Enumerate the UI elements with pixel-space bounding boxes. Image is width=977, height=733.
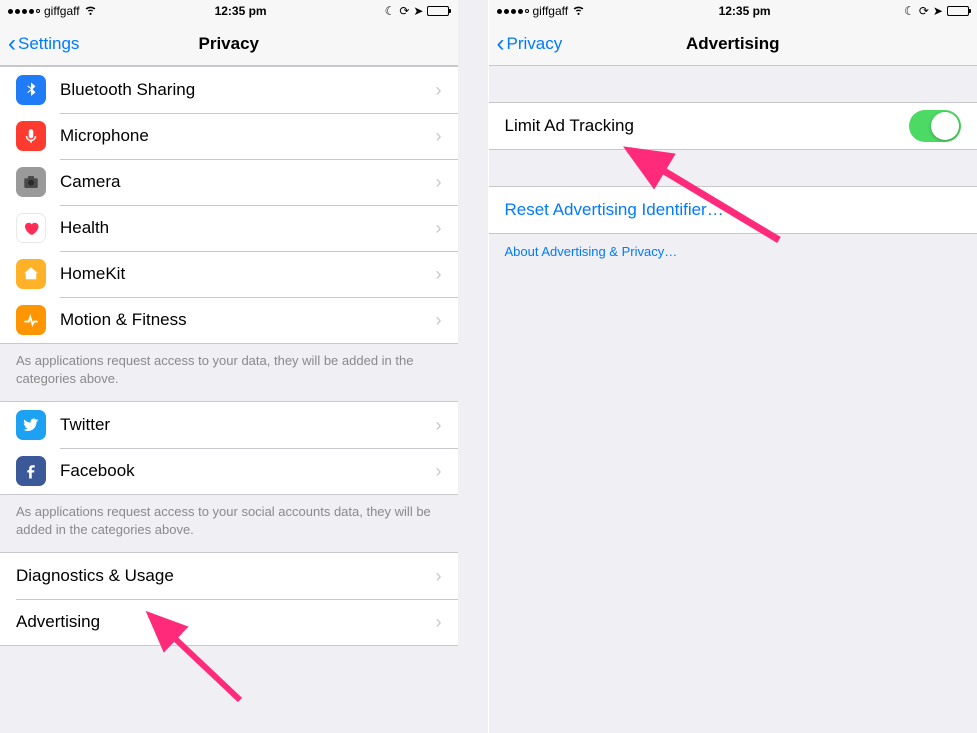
location-icon: ➤ bbox=[933, 4, 943, 18]
back-button[interactable]: ‹ Settings bbox=[8, 32, 79, 56]
chevron-left-icon: ‹ bbox=[8, 32, 16, 56]
back-button[interactable]: ‹ Privacy bbox=[497, 32, 563, 56]
row-label: Motion & Fitness bbox=[60, 310, 436, 330]
battery-icon bbox=[427, 6, 449, 16]
row-label: Diagnostics & Usage bbox=[16, 566, 436, 586]
row-label: Facebook bbox=[60, 461, 436, 481]
signal-strength-icon bbox=[497, 9, 529, 14]
row-label: HomeKit bbox=[60, 264, 436, 284]
group-footer: As applications request access to your s… bbox=[0, 495, 458, 552]
about-advertising-privacy-link[interactable]: About Advertising & Privacy… bbox=[489, 234, 977, 268]
status-bar: giffgaff 12:35 pm ☾ ⟳ ➤ bbox=[489, 0, 977, 22]
signal-strength-icon bbox=[8, 9, 40, 14]
moon-icon: ☾ bbox=[904, 4, 915, 18]
facebook-icon bbox=[16, 456, 46, 486]
row-homekit[interactable]: HomeKit› bbox=[0, 251, 458, 297]
chevron-right-icon: › bbox=[436, 612, 442, 633]
row-motion[interactable]: Motion & Fitness› bbox=[0, 297, 458, 343]
chevron-right-icon: › bbox=[436, 172, 442, 193]
back-label: Settings bbox=[18, 34, 79, 54]
chevron-right-icon: › bbox=[436, 310, 442, 331]
location-icon: ➤ bbox=[413, 4, 423, 18]
chevron-right-icon: › bbox=[436, 415, 442, 436]
row-camera[interactable]: Camera› bbox=[0, 159, 458, 205]
homekit-icon bbox=[16, 259, 46, 289]
group-footer: As applications request access to your d… bbox=[0, 344, 458, 401]
row-label: About Advertising & Privacy… bbox=[505, 244, 962, 259]
limit-ad-tracking-row[interactable]: Limit Ad Tracking bbox=[489, 103, 977, 149]
privacy-screen: giffgaff 12:35 pm ☾ ⟳ ➤ ‹ Settings Priva… bbox=[0, 0, 489, 733]
motion-icon bbox=[16, 305, 46, 335]
moon-icon: ☾ bbox=[385, 4, 396, 18]
chevron-left-icon: ‹ bbox=[497, 32, 505, 56]
row-label: Reset Advertising Identifier… bbox=[505, 200, 962, 220]
advertising-screen: giffgaff 12:35 pm ☾ ⟳ ➤ ‹ Privacy Advert… bbox=[489, 0, 977, 733]
row-bluetooth[interactable]: Bluetooth Sharing› bbox=[0, 67, 458, 113]
clock: 12:35 pm bbox=[719, 4, 771, 18]
clock: 12:35 pm bbox=[215, 4, 267, 18]
battery-icon bbox=[947, 6, 969, 16]
nav-bar: ‹ Settings Privacy bbox=[0, 22, 458, 66]
limit-ad-tracking-toggle[interactable] bbox=[909, 110, 961, 142]
microphone-icon bbox=[16, 121, 46, 151]
chevron-right-icon: › bbox=[436, 126, 442, 147]
reset-advertising-identifier-row[interactable]: Reset Advertising Identifier… bbox=[489, 187, 977, 233]
carrier-label: giffgaff bbox=[533, 4, 569, 18]
row-label: Twitter bbox=[60, 415, 436, 435]
chevron-right-icon: › bbox=[436, 218, 442, 239]
chevron-right-icon: › bbox=[436, 264, 442, 285]
row-health[interactable]: Health› bbox=[0, 205, 458, 251]
row-advertising[interactable]: Advertising› bbox=[0, 599, 458, 645]
row-label: Limit Ad Tracking bbox=[505, 116, 910, 136]
twitter-icon bbox=[16, 410, 46, 440]
row-label: Camera bbox=[60, 172, 436, 192]
row-label: Microphone bbox=[60, 126, 436, 146]
status-bar: giffgaff 12:35 pm ☾ ⟳ ➤ bbox=[0, 0, 458, 22]
bluetooth-icon bbox=[16, 75, 46, 105]
row-label: Bluetooth Sharing bbox=[60, 80, 436, 100]
wifi-icon bbox=[84, 3, 97, 19]
row-facebook[interactable]: Facebook› bbox=[0, 448, 458, 494]
chevron-right-icon: › bbox=[436, 80, 442, 101]
back-label: Privacy bbox=[507, 34, 563, 54]
health-icon bbox=[16, 213, 46, 243]
chevron-right-icon: › bbox=[436, 566, 442, 587]
orientation-lock-icon: ⟳ bbox=[399, 4, 409, 18]
row-diagnostics[interactable]: Diagnostics & Usage› bbox=[0, 553, 458, 599]
camera-icon bbox=[16, 167, 46, 197]
row-microphone[interactable]: Microphone› bbox=[0, 113, 458, 159]
row-label: Health bbox=[60, 218, 436, 238]
row-label: Advertising bbox=[16, 612, 436, 632]
orientation-lock-icon: ⟳ bbox=[919, 4, 929, 18]
wifi-icon bbox=[572, 3, 585, 19]
nav-bar: ‹ Privacy Advertising bbox=[489, 22, 977, 66]
chevron-right-icon: › bbox=[436, 461, 442, 482]
carrier-label: giffgaff bbox=[44, 4, 80, 18]
row-twitter[interactable]: Twitter› bbox=[0, 402, 458, 448]
advertising-list: Limit Ad Tracking Reset Advertising Iden… bbox=[489, 66, 977, 268]
settings-list: Bluetooth Sharing›Microphone›Camera›Heal… bbox=[0, 66, 458, 664]
